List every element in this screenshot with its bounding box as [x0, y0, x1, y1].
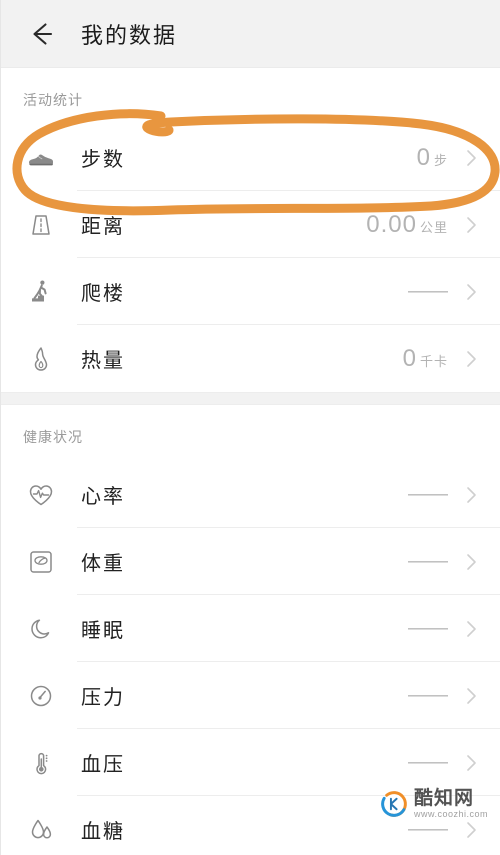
list-item-label: 睡眠 [81, 620, 125, 642]
list-item-label: 爬楼 [81, 283, 125, 305]
site-watermark: 酷知网 www.coozhi.com [380, 789, 488, 819]
chevron-right-icon[interactable] [458, 616, 484, 642]
value-number: —— [408, 483, 448, 505]
scale-icon [19, 540, 63, 584]
list-item-label: 心率 [81, 486, 125, 508]
list-item-calories[interactable]: 热量 0 千卡 [1, 325, 500, 392]
chevron-right-icon[interactable] [458, 817, 484, 843]
list-item-label: 体重 [81, 553, 125, 575]
page-title: 我的数据 [81, 22, 178, 48]
list-item-sleep[interactable]: 睡眠 —— [1, 595, 500, 662]
section-title-health: 健康状况 [23, 429, 83, 445]
back-arrow-icon[interactable] [25, 17, 59, 51]
value-number: —— [408, 751, 448, 773]
section-activity: 活动统计 步数 0 步 距离 0.00 公里 爬楼 —— 热量 0 千卡 [1, 68, 500, 392]
list-item-weight[interactable]: 体重 —— [1, 528, 500, 595]
value-number: —— [408, 818, 448, 840]
road-icon [19, 203, 63, 247]
list-item-steps[interactable]: 步数 0 步 [1, 124, 500, 191]
value-unit: 千卡 [419, 353, 448, 369]
list-item-value: —— [408, 483, 448, 506]
section-title-activity: 活动统计 [23, 92, 83, 108]
list-item-stress[interactable]: 压力 —— [1, 662, 500, 729]
list-item-value: —— [408, 550, 448, 573]
list-item-blood-pressure[interactable]: 血压 —— [1, 729, 500, 796]
watermark-text: 酷知网 www.coozhi.com [414, 789, 488, 819]
stairs-icon [19, 270, 63, 314]
list-item-label: 压力 [81, 687, 125, 709]
chevron-right-icon[interactable] [458, 750, 484, 776]
list-item-heart-rate[interactable]: 心率 —— [1, 461, 500, 528]
list-item-stairs[interactable]: 爬楼 —— [1, 258, 500, 325]
watermark-logo-icon [381, 791, 407, 817]
watermark-title: 酷知网 [413, 788, 474, 809]
list-item-label: 热量 [81, 350, 125, 372]
blood-drop-icon [19, 808, 63, 852]
value-number: 0 [416, 143, 431, 171]
flame-icon [19, 337, 63, 381]
heart-pulse-icon [19, 473, 63, 517]
moon-icon [19, 607, 63, 651]
list-item-value: 0 千卡 [403, 345, 448, 373]
value-number: —— [408, 617, 448, 639]
gauge-icon [19, 674, 63, 718]
chevron-right-icon[interactable] [458, 145, 484, 171]
list-item-distance[interactable]: 距离 0.00 公里 [1, 191, 500, 258]
value-number: —— [408, 684, 448, 706]
chevron-right-icon[interactable] [458, 482, 484, 508]
list-item-value: —— [408, 818, 448, 841]
list-item-value: —— [408, 617, 448, 640]
list-item-value: 0.00 公里 [366, 211, 448, 239]
list-item-label: 步数 [81, 149, 125, 171]
list-item-value: —— [408, 280, 448, 303]
value-unit: 步 [433, 152, 448, 168]
chevron-right-icon[interactable] [458, 279, 484, 305]
chevron-right-icon[interactable] [458, 549, 484, 575]
value-number: —— [408, 280, 448, 302]
list-item-value: 0 步 [417, 144, 448, 172]
thermometer-icon [19, 741, 63, 785]
list-item-label: 血糖 [81, 821, 125, 843]
list-item-value: —— [408, 751, 448, 774]
chevron-right-icon[interactable] [458, 346, 484, 372]
app-header: 我的数据 [1, 0, 500, 68]
section-separator [1, 392, 500, 405]
chevron-right-icon[interactable] [458, 212, 484, 238]
app-screen: 我的数据 活动统计 步数 0 步 距离 0.00 公里 爬楼 —— 热量 0 千… [0, 0, 500, 855]
chevron-right-icon[interactable] [458, 683, 484, 709]
list-item-label: 距离 [81, 216, 125, 238]
list-item-value: —— [408, 684, 448, 707]
value-number: 0.00 [366, 210, 417, 238]
value-unit: 公里 [419, 219, 448, 235]
watermark-url: www.coozhi.com [413, 809, 488, 819]
value-number: 0 [402, 344, 417, 372]
list-item-label: 血压 [81, 754, 125, 776]
shoe-icon [19, 136, 63, 180]
value-number: —— [408, 550, 448, 572]
